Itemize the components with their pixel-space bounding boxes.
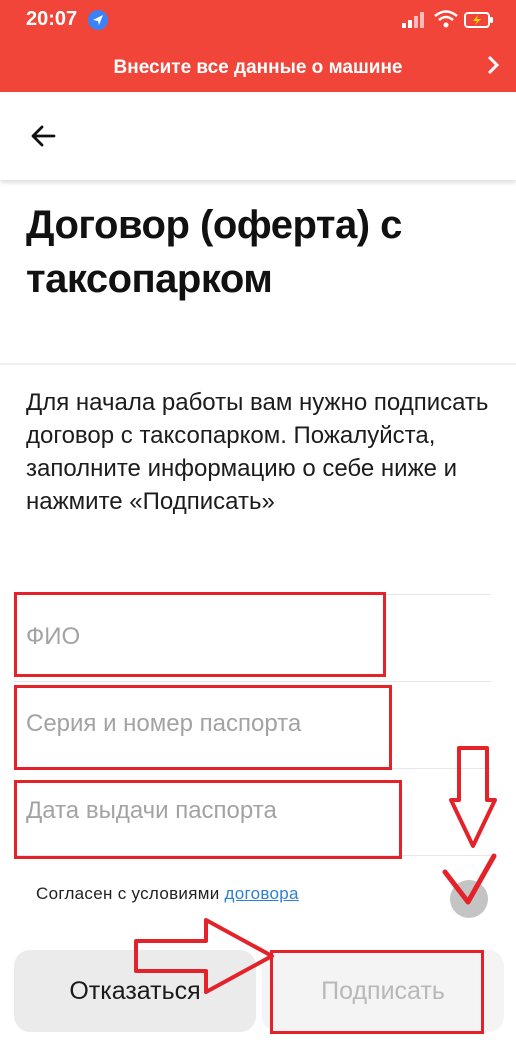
- decline-button[interactable]: Отказаться: [14, 950, 256, 1032]
- section-divider: [0, 363, 516, 365]
- agreement-row: Согласен с условиями договора: [36, 884, 299, 904]
- decline-button-label: Отказаться: [69, 976, 201, 1005]
- description-text: Для начала работы вам нужно подписать до…: [26, 389, 489, 515]
- back-button[interactable]: [26, 118, 62, 154]
- banner-text: Внесите все данные о машине: [113, 57, 403, 78]
- sign-button-label: Подписать: [321, 976, 445, 1005]
- passport-number-input[interactable]: [26, 682, 466, 766]
- location-arrow-icon: [88, 10, 108, 30]
- battery-icon: [464, 12, 494, 33]
- full-name-input[interactable]: [26, 595, 466, 679]
- chevron-right-icon: [486, 54, 500, 82]
- page-title-line-1: Договор (оферта) с: [26, 203, 402, 247]
- signal-icon: [402, 12, 424, 33]
- passport-number-field-row: [14, 681, 491, 768]
- agreement-text: Согласен с условиями: [36, 884, 225, 903]
- status-time: 20:07: [26, 8, 78, 30]
- passport-date-input[interactable]: [26, 769, 466, 853]
- contract-link[interactable]: договора: [225, 884, 299, 903]
- page-title: Договор (оферта) с таксопарком: [26, 198, 496, 306]
- status-bar: 20:07: [0, 0, 516, 40]
- agreement-checkbox[interactable]: [450, 880, 488, 918]
- nav-bar: [0, 92, 516, 180]
- full-name-field-row: [14, 594, 491, 681]
- page-title-line-2: таксопарком: [26, 257, 273, 301]
- back-arrow-icon: [31, 125, 56, 147]
- passport-date-field-row: [14, 768, 491, 856]
- wifi-icon: [434, 10, 458, 33]
- sign-button[interactable]: Подписать: [262, 950, 504, 1032]
- car-data-banner[interactable]: Внесите все данные о машине: [0, 40, 516, 92]
